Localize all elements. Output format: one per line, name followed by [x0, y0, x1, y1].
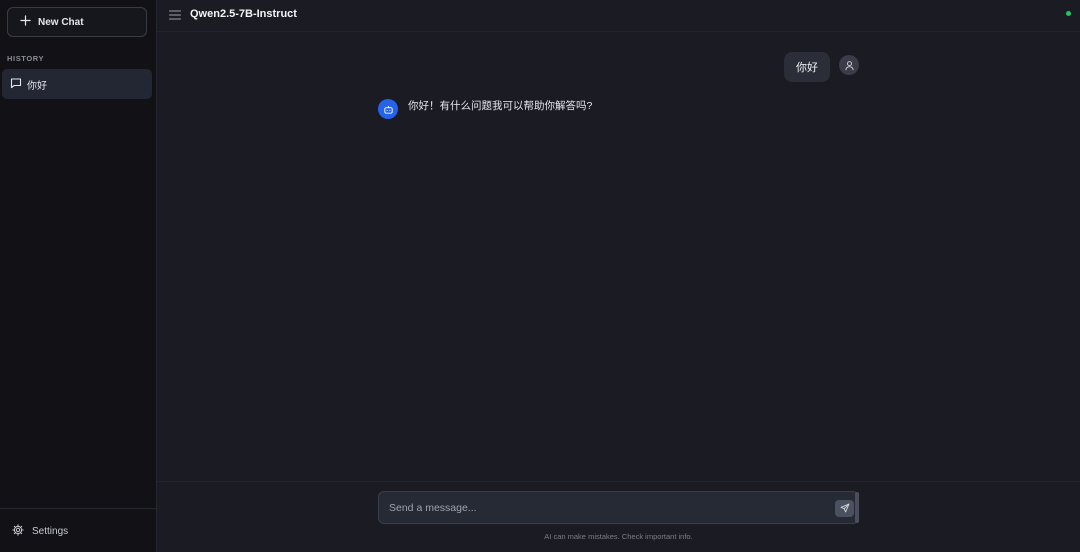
message-square-icon: [10, 77, 22, 92]
hamburger-menu-icon[interactable]: [168, 8, 182, 22]
message-input[interactable]: [389, 500, 829, 516]
bot-icon: [378, 99, 398, 119]
message-composer: [378, 491, 859, 524]
history-item[interactable]: 你好: [2, 69, 152, 99]
top-bar: Qwen2.5-7B-Instruct: [157, 0, 1080, 32]
user-icon: [839, 55, 859, 75]
app-window: New Chat HISTORY 你好 Settings Qwen2.5-7B-…: [0, 0, 1080, 552]
gear-icon: [12, 523, 24, 539]
history-item-label: 你好: [27, 80, 47, 92]
settings-label: Settings: [32, 525, 69, 537]
new-chat-button[interactable]: New Chat: [7, 7, 147, 37]
plus-icon: [20, 15, 31, 29]
composer-divider: [157, 481, 1080, 482]
settings-button[interactable]: Settings: [12, 523, 68, 539]
new-chat-label: New Chat: [38, 16, 84, 28]
history-heading: HISTORY: [7, 54, 45, 63]
assistant-message-text: 你好！有什么问题我可以帮助你解答吗?: [408, 100, 593, 112]
disclaimer-text: AI can make mistakes. Check important in…: [544, 532, 693, 541]
send-icon: [840, 500, 850, 518]
user-message-bubble: 你好: [784, 52, 830, 82]
model-title: Qwen2.5-7B-Instruct: [190, 8, 297, 20]
sidebar-divider: [0, 508, 157, 509]
send-button[interactable]: [835, 500, 854, 517]
sidebar: New Chat HISTORY 你好 Settings: [0, 0, 157, 552]
composer-scrollbar[interactable]: [855, 492, 859, 523]
chat-main: Qwen2.5-7B-Instruct 你好 你好！有什么问题我可以帮助你解答吗…: [157, 0, 1080, 552]
user-message-text: 你好: [796, 62, 818, 74]
online-status-dot: [1066, 11, 1071, 16]
